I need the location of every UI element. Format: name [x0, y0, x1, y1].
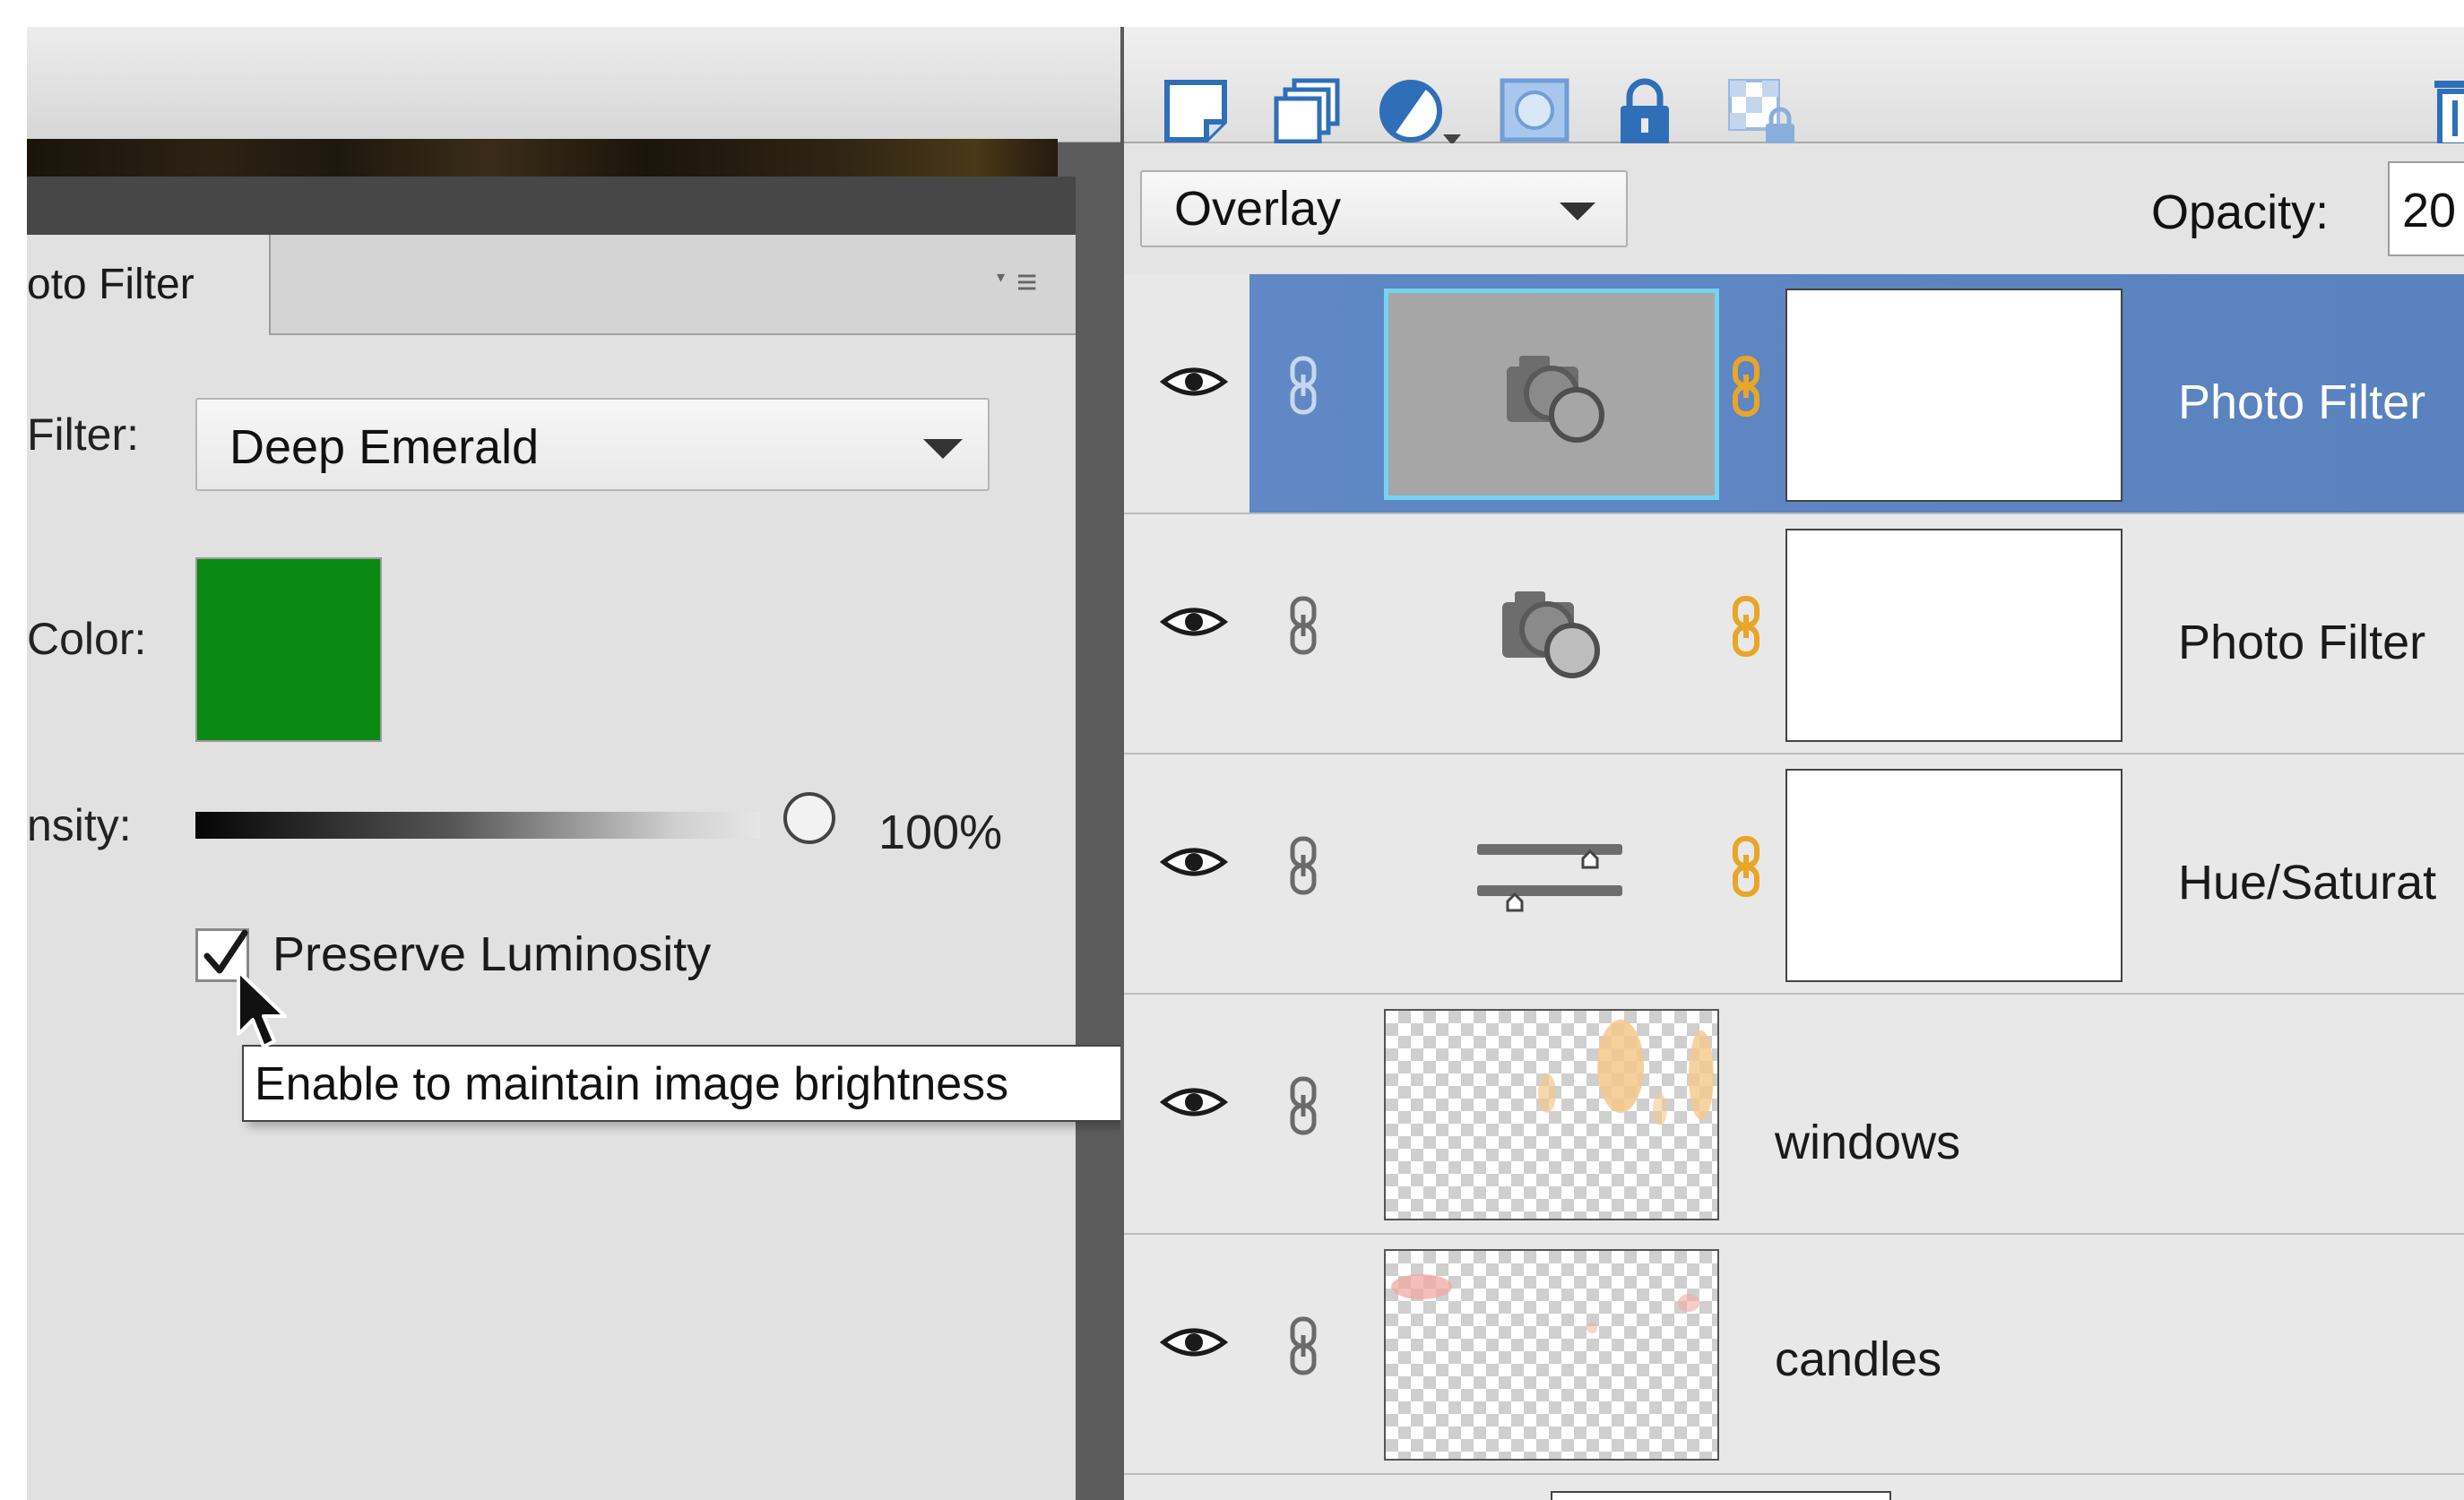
- opacity-value: 20: [2402, 184, 2457, 237]
- layer-thumbnail[interactable]: [1384, 1249, 1719, 1461]
- layer-thumbnail[interactable]: [1384, 1009, 1719, 1220]
- layer-mask-thumbnail[interactable]: [1785, 289, 2122, 502]
- panel-menu-lines-icon: ≡: [1016, 263, 1038, 302]
- hue-saturation-icon: [1477, 844, 1622, 912]
- layer-mask-thumbnail[interactable]: [1785, 529, 2122, 742]
- link-icon[interactable]: [1287, 355, 1319, 416]
- candles-thumbnail-image: [1391, 1274, 1699, 1333]
- preserve-luminosity-label[interactable]: Preserve Luminosity: [272, 927, 711, 982]
- eye-icon[interactable]: [1160, 1084, 1228, 1120]
- chevron-down-icon: [923, 439, 963, 459]
- windows-thumbnail-image: [1538, 1020, 1714, 1125]
- eye-icon[interactable]: [1160, 364, 1228, 400]
- panel-tab-strip: [271, 235, 1076, 335]
- layer-row[interactable]: windows: [1124, 995, 2464, 1235]
- eye-icon[interactable]: [1160, 844, 1228, 880]
- link-icon[interactable]: [1287, 835, 1319, 896]
- color-swatch[interactable]: [195, 557, 382, 742]
- eye-icon[interactable]: [1160, 1324, 1228, 1360]
- mask-link-icon[interactable]: [1730, 355, 1762, 418]
- layer-thumbnail[interactable]: [1384, 769, 1719, 980]
- panel-menu-arrow-icon: ▾: [997, 268, 1006, 286]
- link-icon[interactable]: [1287, 1315, 1319, 1376]
- lock-all-icon[interactable]: [1615, 77, 1674, 149]
- layer-row[interactable]: Photo Filter: [1124, 514, 2464, 754]
- panel-header-shadow: [27, 177, 1076, 239]
- layer-name[interactable]: Photo Filter: [2178, 375, 2425, 430]
- layer-mask-icon[interactable]: [1499, 77, 1570, 145]
- new-layer-icon[interactable]: [1162, 77, 1230, 145]
- layer-thumbnail[interactable]: [1384, 289, 1719, 500]
- mask-link-icon[interactable]: [1730, 595, 1762, 658]
- mask-link-icon[interactable]: [1730, 835, 1762, 898]
- layer-row[interactable]: Hue/Saturat: [1124, 754, 2464, 995]
- filter-dropdown-value: Deep Emerald: [229, 420, 540, 474]
- left-top-bar: [27, 27, 1120, 142]
- layer-mask-thumbnail[interactable]: [1785, 769, 2122, 982]
- chevron-down-icon: [1560, 203, 1595, 220]
- density-slider-handle[interactable]: [783, 792, 835, 844]
- lock-transparency-icon[interactable]: [1726, 77, 1800, 152]
- layers-toolbar: [1124, 27, 2464, 149]
- opacity-label: Opacity:: [2151, 185, 2330, 239]
- new-group-icon[interactable]: [1271, 77, 1343, 149]
- mouse-pointer-icon: [237, 970, 287, 1048]
- layer-row[interactable]: Photo Filter: [1124, 274, 2464, 514]
- blend-mode-value: Overlay: [1174, 182, 1342, 236]
- camera-icon: [1507, 356, 1604, 443]
- filter-label: Filter:: [27, 409, 139, 460]
- density-value: 100%: [878, 806, 1003, 859]
- eye-icon[interactable]: [1160, 604, 1228, 640]
- color-label: Color:: [27, 614, 147, 664]
- layer-row[interactable]: candles: [1124, 1235, 2464, 1475]
- camera-icon: [1502, 591, 1600, 678]
- density-slider-track[interactable]: [195, 812, 760, 839]
- link-icon[interactable]: [1287, 595, 1319, 656]
- layer-thumbnail[interactable]: [1384, 529, 1719, 740]
- layer-name[interactable]: windows: [1775, 1115, 1960, 1170]
- adjustment-layer-icon[interactable]: [1377, 77, 1466, 152]
- layer-name[interactable]: Hue/Saturat: [2178, 855, 2436, 910]
- tooltip-text: Enable to maintain image brightness: [255, 1058, 1009, 1110]
- layer-name[interactable]: candles: [1775, 1332, 1941, 1387]
- panel-menu-icon[interactable]: ▾ ≡: [997, 263, 1059, 307]
- density-label: nsity:: [27, 800, 132, 850]
- link-icon[interactable]: [1287, 1075, 1319, 1136]
- canvas-image-strip: [27, 139, 1058, 177]
- layer-name[interactable]: Photo Filter: [2178, 615, 2425, 670]
- trash-icon[interactable]: [2433, 77, 2464, 149]
- tab-photo-filter-label: oto Filter: [27, 261, 195, 308]
- layer-thumbnail[interactable]: [1551, 1491, 1891, 1500]
